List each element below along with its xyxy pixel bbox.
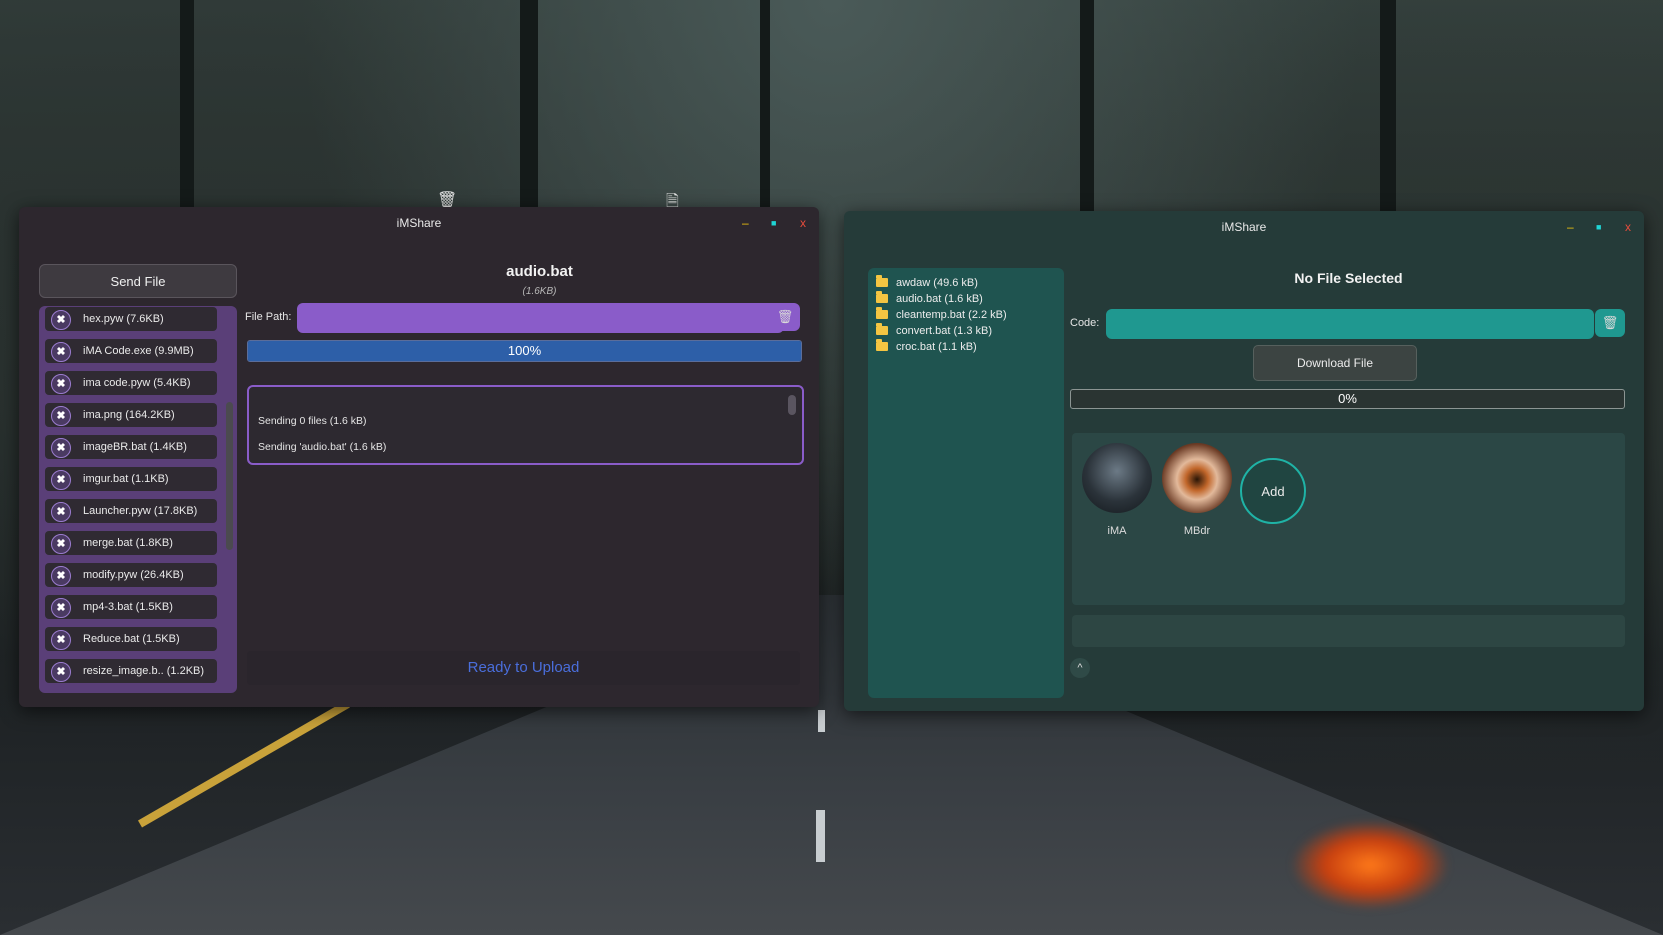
receiver-titlebar[interactable]: iMShare – ■ x bbox=[844, 211, 1644, 243]
folder-icon bbox=[876, 291, 888, 303]
sender-window: iMShare – ■ x Send File ✖ hex.pyw (7.6KB)… bbox=[19, 207, 819, 707]
file-name: audio.bat bbox=[506, 263, 573, 280]
list-item[interactable]: ✖ iMA Code.exe (9.9MB) bbox=[45, 339, 217, 363]
list-item[interactable]: ✖ ima code.pyw (5.4KB) bbox=[45, 371, 217, 395]
list-item[interactable]: ✖ imgur.bat (1.1KB) bbox=[45, 467, 217, 491]
remove-icon[interactable]: ✖ bbox=[51, 630, 71, 650]
remove-icon[interactable]: ✖ bbox=[51, 342, 71, 362]
upload-progress-bar: 100% bbox=[247, 340, 802, 362]
download-progress-bar: 0% bbox=[1070, 389, 1625, 409]
minimize-button[interactable]: – bbox=[1567, 211, 1574, 243]
list-item[interactable]: ✖ hex.pyw (7.6KB) bbox=[45, 307, 217, 331]
folder-icon bbox=[876, 307, 888, 319]
remove-icon[interactable]: ✖ bbox=[51, 374, 71, 394]
list-item[interactable]: ✖ Launcher.pyw (17.8KB) bbox=[45, 499, 217, 523]
file-list: ✖ hex.pyw (7.6KB) ✖ iMA Code.exe (9.9MB) ✖… bbox=[39, 306, 237, 693]
remove-icon[interactable]: ✖ bbox=[51, 502, 71, 522]
receiver-window: iMShare – ■ x awdaw (49.6 kB) audio.bat … bbox=[844, 211, 1644, 711]
message-bar[interactable] bbox=[1072, 615, 1625, 647]
contacts-panel: iMA MBdr Add bbox=[1072, 433, 1625, 605]
remove-icon[interactable]: ✖ bbox=[51, 662, 71, 682]
folder-icon bbox=[876, 323, 888, 335]
file-list-scrollbar[interactable] bbox=[226, 402, 233, 550]
code-label: Code: bbox=[1070, 317, 1100, 329]
log-scrollbar[interactable] bbox=[788, 395, 796, 415]
selected-file-title: No File Selected bbox=[1294, 270, 1403, 286]
add-contact-button[interactable]: Add bbox=[1240, 458, 1306, 524]
folder-icon bbox=[876, 275, 888, 287]
send-file-button[interactable]: Send File bbox=[39, 264, 237, 298]
remove-icon[interactable]: ✖ bbox=[51, 470, 71, 490]
code-input[interactable] bbox=[1106, 309, 1594, 339]
list-item[interactable]: ✖ ima.png (164.2KB) bbox=[45, 403, 217, 427]
fire-glow bbox=[1290, 820, 1450, 910]
list-item[interactable]: ✖ merge.bat (1.8KB) bbox=[45, 531, 217, 555]
list-item[interactable]: cleantemp.bat (2.2 kB) bbox=[876, 307, 1007, 321]
maximize-button[interactable]: ■ bbox=[1596, 211, 1601, 243]
folder-icon bbox=[876, 339, 888, 351]
lane-marking bbox=[818, 710, 825, 732]
remove-icon[interactable]: ✖ bbox=[51, 310, 71, 330]
window-title: iMShare bbox=[396, 216, 442, 230]
maximize-button[interactable]: ■ bbox=[771, 207, 776, 239]
list-item[interactable]: croc.bat (1.1 kB) bbox=[876, 339, 977, 353]
list-item[interactable]: ✖ imageBR.bat (1.4KB) bbox=[45, 435, 217, 459]
received-files-list: awdaw (49.6 kB) audio.bat (1.6 kB) clean… bbox=[868, 268, 1064, 698]
avatar[interactable] bbox=[1082, 443, 1152, 513]
list-item[interactable]: convert.bat (1.3 kB) bbox=[876, 323, 992, 337]
remove-icon[interactable]: ✖ bbox=[51, 598, 71, 618]
remove-icon[interactable]: ✖ bbox=[51, 566, 71, 586]
lane-marking bbox=[816, 810, 825, 862]
contact-name: iMA bbox=[1107, 525, 1127, 537]
minimize-button[interactable]: – bbox=[742, 207, 749, 239]
avatar[interactable] bbox=[1162, 443, 1232, 513]
log-line: Sending 'audio.bat' (1.6 kB) bbox=[258, 441, 387, 453]
list-item[interactable]: ✖ resize_image.b.. (1.2KB) bbox=[45, 659, 217, 683]
trash-icon: 🗑 bbox=[1601, 315, 1619, 330]
log-line: Sending 0 files (1.6 kB) bbox=[258, 415, 367, 427]
list-item[interactable]: audio.bat (1.6 kB) bbox=[876, 291, 983, 305]
file-path-label: File Path: bbox=[245, 311, 292, 323]
list-item[interactable]: ✖ mp4-3.bat (1.5KB) bbox=[45, 595, 217, 619]
clear-code-button[interactable]: 🗑 bbox=[1595, 309, 1625, 337]
progress-label: 0% bbox=[1338, 391, 1357, 406]
chevron-up-icon[interactable]: ^ bbox=[1070, 658, 1090, 678]
download-file-button[interactable]: Download File bbox=[1253, 345, 1417, 381]
file-size: (1.6KB) bbox=[522, 286, 557, 297]
sender-titlebar[interactable]: iMShare – ■ x bbox=[19, 207, 819, 239]
trash-icon: 🗑 bbox=[776, 309, 794, 324]
list-item[interactable]: ✖ modify.pyw (26.4KB) bbox=[45, 563, 217, 587]
list-item[interactable]: ✖ Reduce.bat (1.5KB) bbox=[45, 627, 217, 651]
transfer-log[interactable]: Sending 0 files (1.6 kB) Sending 'audio.… bbox=[247, 385, 804, 465]
progress-label: 100% bbox=[507, 343, 542, 358]
clear-path-button[interactable]: 🗑 bbox=[770, 303, 800, 331]
status-text: Ready to Upload bbox=[247, 651, 800, 685]
remove-icon[interactable]: ✖ bbox=[51, 438, 71, 458]
remove-icon[interactable]: ✖ bbox=[51, 534, 71, 554]
close-button[interactable]: x bbox=[1625, 211, 1631, 243]
window-title: iMShare bbox=[1221, 220, 1267, 234]
contact-name: MBdr bbox=[1183, 525, 1211, 537]
list-item[interactable]: awdaw (49.6 kB) bbox=[876, 275, 978, 289]
close-button[interactable]: x bbox=[800, 207, 806, 239]
file-path-input[interactable] bbox=[297, 303, 784, 333]
remove-icon[interactable]: ✖ bbox=[51, 406, 71, 426]
